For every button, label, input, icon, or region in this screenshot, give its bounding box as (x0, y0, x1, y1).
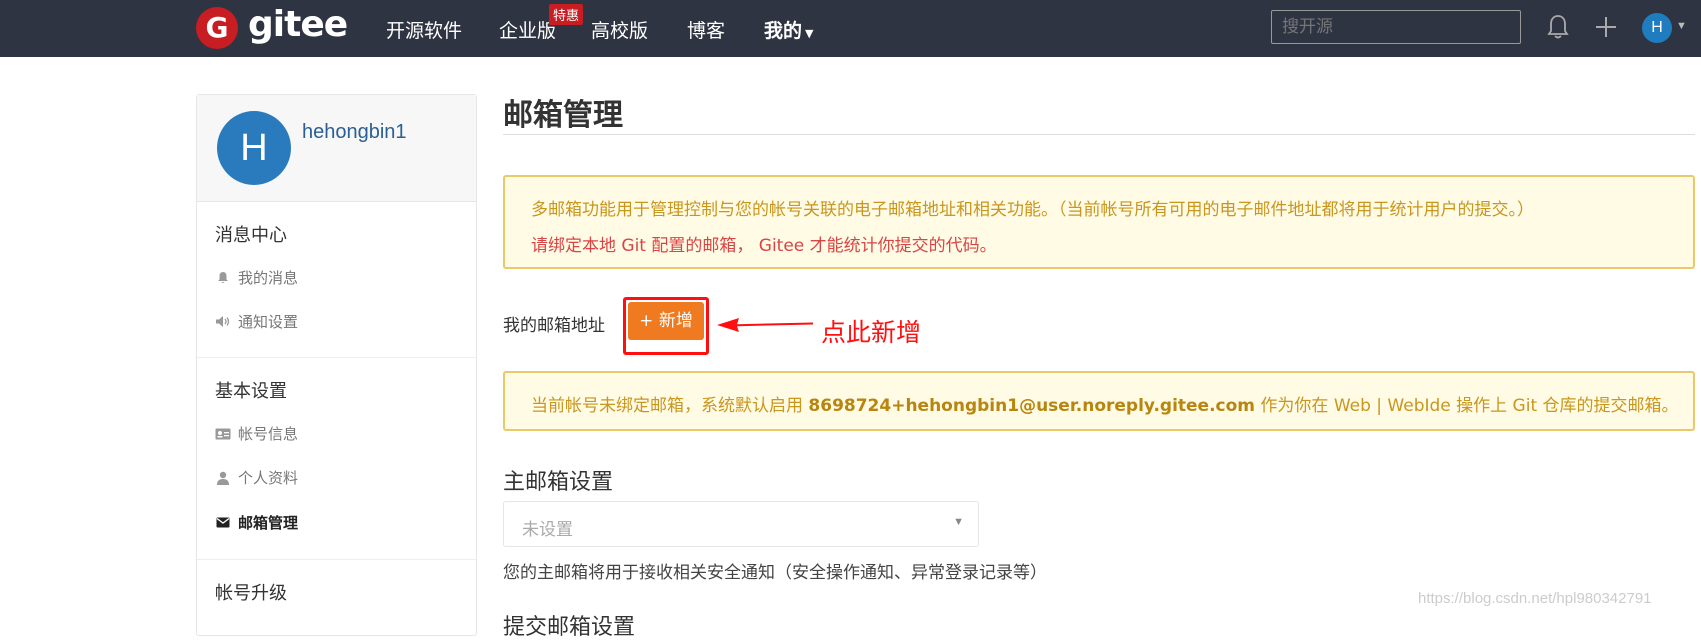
page-title: 邮箱管理 (503, 98, 623, 133)
sidebar-item-label: 帐号信息 (238, 425, 299, 443)
annotation-highlight-box: + 新增 (623, 297, 709, 355)
default-noreply-email: 8698724+hehongbin1@user.noreply.gitee.co… (808, 396, 1256, 416)
username-link[interactable]: hehongbin1 (302, 121, 407, 144)
primary-email-section-title: 主邮箱设置 (503, 470, 614, 495)
plus-icon[interactable] (1594, 15, 1618, 44)
alert-info-text: 多邮箱功能用于管理控制与您的帐号关联的电子邮箱地址和相关功能。（当前帐号所有可用… (531, 200, 1534, 220)
sidebar-item-notify-settings[interactable]: 通知设置 (215, 311, 298, 332)
bell-icon[interactable] (1546, 13, 1570, 46)
section-title-basic-settings: 基本设置 (215, 381, 287, 402)
sidebar-item-email-management[interactable]: 邮箱管理 (215, 512, 298, 533)
top-navbar: G gitee 开源软件 企业版 特惠 高校版 博客 我的▼ H ▼ (0, 0, 1701, 57)
sidebar-item-label: 通知设置 (238, 313, 299, 331)
sidebar-divider (197, 559, 476, 560)
sidebar-divider (197, 357, 476, 358)
nav-education[interactable]: 高校版 (591, 16, 648, 43)
default-email-suffix: 作为你在 Web | WebIde 操作上 Git 仓库的提交邮箱。 (1255, 396, 1679, 416)
add-email-button[interactable]: + 新增 (628, 302, 704, 340)
default-email-text: 当前帐号未绑定邮箱，系统默认启用 8698724+hehongbin1@user… (531, 391, 1679, 416)
section-title-messages: 消息中心 (215, 225, 287, 246)
annotation-arrow-icon (717, 318, 813, 332)
id-card-icon (215, 426, 231, 442)
speaker-icon (215, 314, 231, 330)
primary-email-hint: 您的主邮箱将用于接收相关安全通知（安全操作通知、异常登录记录等） (503, 563, 1047, 583)
envelope-icon (215, 515, 231, 531)
chevron-down-icon[interactable]: ▼ (1676, 20, 1687, 32)
bell-icon (215, 270, 231, 286)
avatar[interactable]: H (217, 111, 291, 185)
user-avatar[interactable]: H (1642, 13, 1672, 43)
default-email-alert: 当前帐号未绑定邮箱，系统默认启用 8698724+hehongbin1@user… (503, 371, 1695, 431)
search-input[interactable] (1271, 10, 1521, 44)
alert-warning-text: 请绑定本地 Git 配置的邮箱， Gitee 才能统计你提交的代码。 (531, 236, 997, 256)
sidebar-item-my-messages[interactable]: 我的消息 (215, 267, 298, 288)
nav-enterprise[interactable]: 企业版 (499, 16, 556, 43)
sidebar-item-profile[interactable]: 个人资料 (215, 467, 298, 488)
sidebar-item-label: 个人资料 (238, 469, 299, 487)
multi-email-info-alert: 多邮箱功能用于管理控制与您的帐号关联的电子邮箱地址和相关功能。（当前帐号所有可用… (503, 175, 1695, 269)
section-title-account-upgrade[interactable]: 帐号升级 (215, 579, 287, 605)
sidebar-item-account-info[interactable]: 帐号信息 (215, 423, 298, 444)
nav-blog[interactable]: 博客 (687, 16, 725, 43)
user-icon (215, 470, 231, 486)
chevron-down-icon: ▼ (805, 27, 814, 40)
commit-email-section-title: 提交邮箱设置 (503, 615, 636, 640)
watermark: https://blog.csdn.net/hpl980342791 (1418, 590, 1652, 607)
nav-mine[interactable]: 我的 ▼ (764, 16, 813, 43)
primary-email-select-value: 未设置 (522, 520, 573, 540)
settings-sidebar: H hehongbin1 消息中心 我的消息 通知设置 基本设置 帐号信息 个人… (196, 94, 477, 636)
default-email-prefix: 当前帐号未绑定邮箱，系统默认启用 (531, 396, 809, 416)
my-email-label: 我的邮箱地址 (503, 316, 605, 336)
title-divider (503, 134, 1695, 135)
sidebar-item-label: 我的消息 (238, 269, 299, 287)
primary-email-select[interactable]: 未设置 ▼ (503, 501, 979, 547)
gitee-logo-icon[interactable]: G (196, 7, 238, 49)
enterprise-promo-badge: 特惠 (549, 4, 584, 25)
annotation-text: 点此新增 (821, 318, 922, 347)
chevron-down-icon: ▼ (953, 516, 964, 528)
sidebar-item-label: 邮箱管理 (238, 514, 299, 532)
gitee-logo-text[interactable]: gitee (248, 4, 348, 45)
nav-open-source[interactable]: 开源软件 (386, 16, 462, 43)
nav-mine-label: 我的 (764, 20, 803, 42)
sidebar-profile: H hehongbin1 (197, 95, 476, 202)
